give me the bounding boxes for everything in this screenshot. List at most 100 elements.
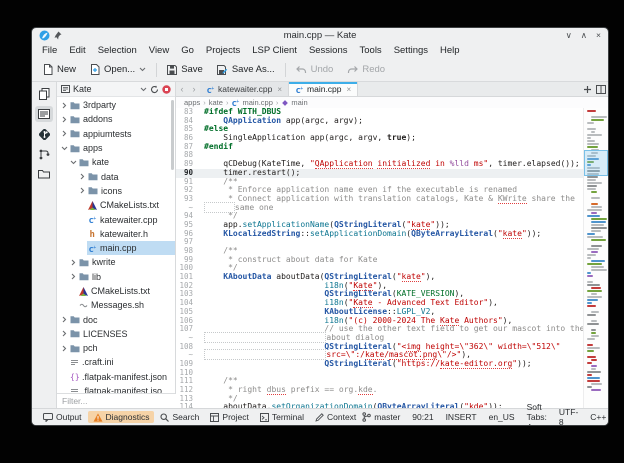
expander[interactable] [69,160,78,165]
open-button[interactable]: Open... [83,62,153,77]
tree-item-cmakelists-txt[interactable]: CMakeLists.txt [57,284,175,298]
tree-item-3rdparty[interactable]: 3rdparty [57,98,175,112]
statusbar-diagnostics-button[interactable]: Diagnostics [87,411,155,423]
statusbar-output-button[interactable]: Output [38,411,87,423]
expander[interactable] [60,146,69,151]
new-tab-button[interactable] [580,82,594,96]
tree-item-cmakelists-txt[interactable]: CMakeLists.txt [57,198,175,212]
breadcrumb-main[interactable]: main [281,98,308,107]
menu-go[interactable]: Go [175,45,200,56]
new-button[interactable]: New [36,62,83,77]
statusbar-terminal-button[interactable]: Terminal [255,411,309,423]
statusbar-context-button[interactable]: Context [310,411,361,423]
statusbar-project-button[interactable]: Project [205,411,253,423]
split-view-button[interactable] [594,82,608,96]
filter-input[interactable] [57,394,178,408]
menu-lsp-client[interactable]: LSP Client [246,45,303,56]
tab-main-cpp[interactable]: c + main.cpp × [289,82,359,96]
code-token: true [387,133,407,143]
tree-item-katewaiter-cpp[interactable]: c + katewaiter.cpp [57,212,175,226]
expander[interactable] [78,173,87,180]
expander[interactable] [69,259,78,266]
tree-item-craft-ini[interactable]: .craft.ini [57,355,175,369]
close-project-icon[interactable] [162,84,171,94]
save-as-button[interactable]: Save As... [210,62,282,77]
tree-item-messages-sh[interactable]: Messages.sh [57,298,175,312]
menu-help[interactable]: Help [434,45,466,56]
code-line[interactable]: 109 QStringLiteral("https://kate-editor.… [176,358,583,369]
tree-item-kate[interactable]: kate [57,155,175,169]
tree-item-main-cpp[interactable]: c + main.cpp [57,240,175,256]
minimap-viewport[interactable] [584,150,608,176]
tree-item-flatpak-manifest-json[interactable]: {} .flatpak-manifest.json [57,370,175,384]
code-editor[interactable]: 83 #ifdef WITH_DBUS 84 QApplication app(ar… [176,108,608,408]
tab-history-forward-button[interactable]: › [188,82,200,96]
statusbar-search-button[interactable]: Search [155,411,204,423]
expander[interactable] [60,130,69,137]
menu-edit[interactable]: Edit [63,45,91,56]
close-button[interactable]: × [596,28,601,43]
tree-item-appiumtests[interactable]: appiumtests [57,127,175,141]
redo-button[interactable]: Redo [340,62,392,77]
tab-history-back-button[interactable]: ‹ [176,82,188,96]
menu-sessions[interactable]: Sessions [303,45,354,56]
filesystem-sidebar-button[interactable] [35,166,53,182]
statusbar-git-branch[interactable]: master [362,412,400,422]
breadcrumb-apps[interactable]: apps [184,98,200,107]
tree-item-lib[interactable]: lib [57,270,175,284]
tree-item-licenses[interactable]: LICENSES [57,327,175,341]
close-tab-icon[interactable]: × [347,85,352,94]
tab-katewaiter-cpp[interactable]: c + katewaiter.cpp × [200,82,290,96]
statusbar-input-mode[interactable]: INSERT [446,412,477,422]
menu-tools[interactable]: Tools [354,45,388,56]
expander[interactable] [60,116,69,123]
close-tab-icon[interactable]: × [277,85,282,94]
statusbar-highlighting-mode[interactable]: C++ [590,412,606,422]
reload-project-icon[interactable] [150,85,159,94]
code-line[interactable]: 86 SingleApplication app(argc, argv, tru… [176,133,583,143]
expander[interactable] [60,345,69,352]
minimize-button[interactable]: ∨ [566,28,572,43]
tree-item-data[interactable]: data [57,169,175,183]
tree-item-apps[interactable]: apps [57,141,175,155]
symbols-sidebar-button[interactable] [35,146,53,162]
menu-view[interactable]: View [143,45,175,56]
code-line[interactable]: 114 aboutData.setOrganizationDomain(QByt… [176,403,583,408]
expander[interactable] [78,187,87,194]
menu-settings[interactable]: Settings [388,45,434,56]
minimap-scrollbar[interactable] [583,108,608,408]
expander[interactable] [69,273,78,280]
projects-sidebar-button[interactable] [35,106,53,122]
tree-item-icons[interactable]: icons [57,184,175,198]
statusbar-cursor-position[interactable]: 90:21 [412,412,433,422]
tree-scrollbar[interactable] [171,100,174,170]
tree-item-pch[interactable]: pch [57,341,175,355]
tree-item-doc[interactable]: doc [57,312,175,326]
tree-item-katewaiter-h[interactable]: h katewaiter.h [57,227,175,241]
documents-sidebar-button[interactable] [35,86,53,102]
menu-file[interactable]: File [36,45,63,56]
undo-button[interactable]: Undo [289,62,341,77]
menu-selection[interactable]: Selection [92,45,143,56]
menu-projects[interactable]: Projects [200,45,246,56]
tree-item-flatpak-manifest-jso[interactable]: .flatpak-manifest.jso [57,384,175,393]
breadcrumb-kate[interactable]: kate [209,98,223,107]
project-selector-chevron-icon[interactable] [140,87,147,92]
expander[interactable] [60,316,69,323]
title-bar[interactable]: main.cpp — Kate ∨ ∧ × [32,28,608,43]
statusbar-dictionary[interactable]: en_US [489,412,515,422]
breadcrumb-label: main [291,98,308,107]
maximize-button[interactable]: ∧ [581,28,587,43]
expander[interactable] [60,330,69,337]
file-type-cpp-icon: c + [88,244,97,253]
breadcrumb-main-cpp[interactable]: c + main.cpp [231,98,273,107]
git-sidebar-button[interactable] [35,126,53,142]
code-line[interactable]: 96 KLocalizedString::setApplicationDomai… [176,228,583,239]
statusbar-encoding[interactable]: UTF-8 [559,407,578,425]
tree-item-addons[interactable]: addons [57,112,175,126]
expander[interactable] [60,102,69,109]
save-button[interactable]: Save [160,62,210,77]
tree-item-kwrite[interactable]: kwrite [57,255,175,269]
code-line[interactable]: 87 #endif [176,142,583,152]
code-line[interactable]: 84 QApplication app(argc, argv); [176,116,583,126]
